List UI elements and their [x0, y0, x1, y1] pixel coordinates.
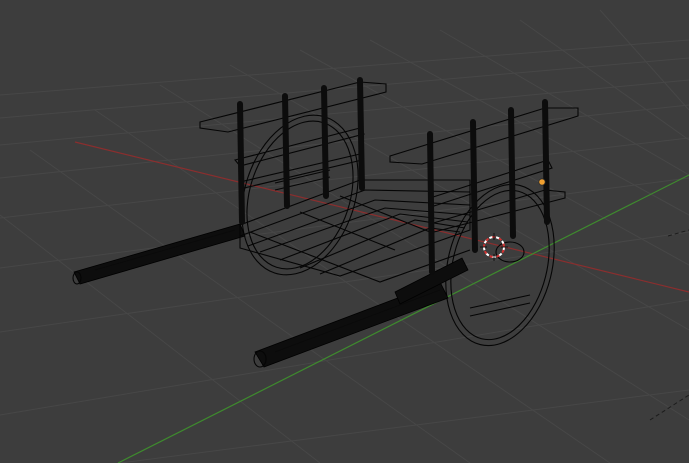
cart-model[interactable]	[72, 77, 579, 368]
back-shaft[interactable]	[72, 223, 246, 285]
camera-outline	[649, 229, 689, 421]
3d-viewport[interactable]	[0, 0, 689, 463]
3d-cursor-icon[interactable]	[480, 233, 508, 261]
back-wheel[interactable]	[222, 100, 377, 290]
viewport-canvas[interactable]	[0, 0, 689, 463]
floor-grid	[0, 9, 689, 463]
object-origin-icon[interactable]	[538, 178, 546, 186]
y-axis-line	[117, 174, 689, 463]
